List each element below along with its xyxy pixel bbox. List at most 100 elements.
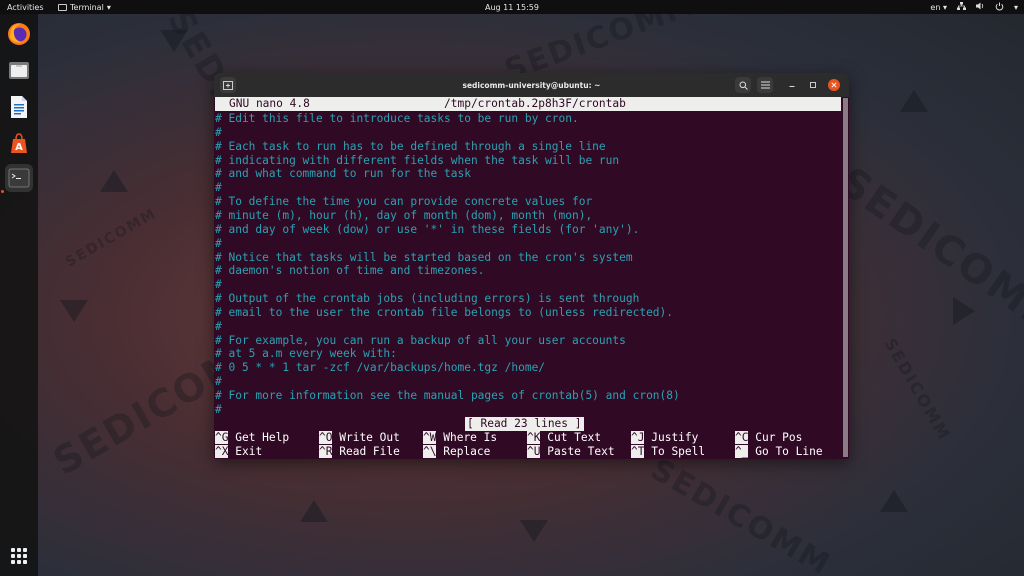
language-indicator[interactable]: en ▾ xyxy=(930,3,947,12)
system-tray[interactable]: en ▾ ▾ xyxy=(930,2,1018,13)
wallpaper-logo-text: SEDICOMM xyxy=(62,205,160,271)
top-bar: Activities Terminal ▾ Aug 11 15:59 en ▾ … xyxy=(0,0,1024,14)
editor-line: # xyxy=(215,375,222,389)
window-title: sedicomm-university@ubuntu: ~ xyxy=(462,80,601,90)
shortcut-label: Exit xyxy=(235,445,263,458)
wallpaper-triangle xyxy=(900,90,928,112)
wallpaper-triangle xyxy=(880,490,908,512)
new-tab-button[interactable] xyxy=(220,77,236,93)
clock[interactable]: Aug 11 15:59 xyxy=(0,3,1024,12)
wallpaper-triangle xyxy=(160,30,188,52)
shortcut-label: Paste Text xyxy=(547,445,615,458)
shortcut-to-spell[interactable]: ^T To Spell xyxy=(631,445,705,459)
shortcut-key: ^T xyxy=(631,445,645,458)
shortcut-label: Cur Pos xyxy=(755,431,803,444)
network-icon xyxy=(956,2,966,12)
scrollbar-thumb[interactable] xyxy=(843,98,848,457)
shortcut-replace[interactable]: ^\ Replace xyxy=(423,445,490,459)
maximize-icon xyxy=(810,82,816,88)
shortcut-label: Replace xyxy=(443,445,491,458)
terminal-window: sedicomm-university@ubuntu: ~ GNU nano 4… xyxy=(214,73,849,459)
terminal-icon xyxy=(8,168,30,188)
wallpaper-triangle xyxy=(520,520,548,542)
window-titlebar[interactable]: sedicomm-university@ubuntu: ~ xyxy=(214,73,849,97)
editor-line: # xyxy=(215,402,222,416)
editor-line: # To define the time you can provide con… xyxy=(215,195,593,209)
editor-line: # minute (m), hour (h), day of month (do… xyxy=(215,208,593,222)
writer-icon xyxy=(11,96,27,118)
scrollbar[interactable] xyxy=(843,98,848,457)
firefox-icon xyxy=(8,23,30,45)
shortcut-write-out[interactable]: ^O Write Out xyxy=(319,431,400,445)
shortcut-label: Cut Text xyxy=(547,431,602,444)
shortcut-label: Write Out xyxy=(339,431,400,444)
shortcut-key: ^G xyxy=(215,431,229,444)
editor-line: # indicating with different fields when … xyxy=(215,153,620,167)
terminal-launcher[interactable] xyxy=(5,164,33,192)
shortcut-exit[interactable]: ^X Exit xyxy=(215,445,262,459)
editor-line: # Output of the crontab jobs (including … xyxy=(215,292,640,306)
editor-line: # daemon's notion of time and timezones. xyxy=(215,264,485,278)
editor-line: # at 5 a.m every week with: xyxy=(215,347,397,361)
minimize-button[interactable] xyxy=(786,79,798,91)
editor-line: # xyxy=(215,319,222,333)
editor-line: # xyxy=(215,236,222,250)
shortcut-label: To Spell xyxy=(651,445,706,458)
shortcut-cur-pos[interactable]: ^C Cur Pos xyxy=(735,431,802,445)
wallpaper-logo-text: SEDICOMM xyxy=(880,335,955,444)
wallpaper-triangle xyxy=(953,297,975,325)
new-tab-icon xyxy=(223,80,233,90)
nano-filename: /tmp/crontab.2p8h3F/crontab xyxy=(444,97,626,110)
shortcut-key: ^W xyxy=(423,431,437,444)
shortcut-key: ^C xyxy=(735,431,749,444)
editor-line: # Each task to run has to be defined thr… xyxy=(215,139,606,153)
dock: A xyxy=(0,14,38,576)
shortcut-get-help[interactable]: ^G Get Help xyxy=(215,431,289,445)
svg-text:A: A xyxy=(15,142,23,153)
shortcut-label: Go To Line xyxy=(755,445,823,458)
shortcut-key: ^O xyxy=(319,431,333,444)
search-icon xyxy=(739,81,748,90)
shortcut-where-is[interactable]: ^W Where Is xyxy=(423,431,497,445)
editor-line: # For more information see the manual pa… xyxy=(215,389,680,402)
nano-version: GNU nano 4.8 xyxy=(229,97,310,110)
hamburger-menu-icon xyxy=(760,81,770,89)
terminal-content[interactable]: GNU nano 4.8 /tmp/crontab.2p8h3F/crontab… xyxy=(215,97,841,459)
writer-launcher[interactable] xyxy=(5,93,33,121)
close-button[interactable] xyxy=(828,79,840,91)
files-icon xyxy=(9,62,29,79)
minimize-icon xyxy=(789,86,795,87)
shortcut-label: Where Is xyxy=(443,431,498,444)
files-launcher[interactable] xyxy=(5,56,33,84)
nano-title-bar: GNU nano 4.8 /tmp/crontab.2p8h3F/crontab xyxy=(215,97,841,111)
menu-button[interactable] xyxy=(757,77,773,93)
shortcut-key: ^J xyxy=(631,431,645,444)
shortcut-key: ^X xyxy=(215,445,229,458)
software-launcher[interactable]: A xyxy=(5,129,33,157)
wallpaper-triangle xyxy=(60,300,88,322)
show-applications-icon[interactable] xyxy=(11,548,27,564)
shortcut-read-file[interactable]: ^R Read File xyxy=(319,445,400,459)
chevron-down-icon: ▾ xyxy=(1013,2,1018,12)
shortcut-key: ^\ xyxy=(423,445,437,458)
firefox-launcher[interactable] xyxy=(5,20,33,48)
wallpaper-triangle xyxy=(300,500,328,522)
maximize-button[interactable] xyxy=(807,79,819,91)
shortcut-key: ^_ xyxy=(735,445,749,458)
shortcut-key: ^R xyxy=(319,445,333,458)
wallpaper-triangle xyxy=(100,170,128,192)
shortcut-label: Justify xyxy=(651,431,699,444)
editor-line: # For example, you can run a backup of a… xyxy=(215,333,626,347)
wallpaper-logo-text: SEDICOMM xyxy=(644,451,837,576)
shortcut-label: Read File xyxy=(339,445,400,458)
shortcut-justify[interactable]: ^J Justify xyxy=(631,431,698,445)
shortcut-go-to-line[interactable]: ^_ Go To Line xyxy=(735,445,823,459)
running-indicator xyxy=(1,190,4,193)
editor-line: # 0 5 * * 1 tar -zcf /var/backups/home.t… xyxy=(215,361,546,375)
editor-line: # Edit this file to introduce tasks to b… xyxy=(215,112,579,125)
shortcut-cut-text[interactable]: ^K Cut Text xyxy=(527,431,601,445)
search-button[interactable] xyxy=(735,77,751,93)
status-message: [ Read 23 lines ] xyxy=(465,417,584,431)
shortcut-paste-text[interactable]: ^U Paste Text xyxy=(527,445,615,459)
language-label: en xyxy=(930,2,941,12)
